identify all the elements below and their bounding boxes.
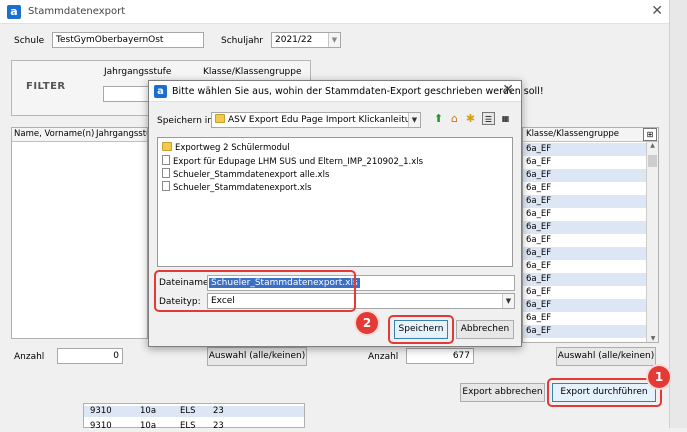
scroll-down-icon[interactable]: ▼ (647, 335, 658, 342)
table-row[interactable]: 6a_EF (523, 325, 646, 338)
anzahl-right-label: Anzahl (368, 352, 399, 362)
right-table-scrollbar[interactable]: ▲ ▼ (646, 142, 658, 342)
bg-cell: ELS (180, 406, 196, 416)
background-table: 9310 10a ELS 23 9310 10a ELS 23 (83, 403, 305, 431)
jahrgangsstufe-filter-input[interactable] (103, 86, 149, 102)
schule-label: Schule (14, 36, 45, 46)
highlight-export-button (547, 378, 662, 407)
table-row[interactable]: 6a_EF (523, 169, 646, 182)
list-item[interactable]: Schueler_Stammdatenexport.xls (162, 181, 312, 193)
folder-icon (215, 114, 225, 123)
table-row[interactable]: 6a_EF (523, 312, 646, 325)
file-name: Export für Edupage LHM SUS und Eltern_IM… (173, 157, 424, 167)
table-row[interactable]: 6a_EF (523, 260, 646, 273)
speichern-in-select[interactable]: ASV Export Edu Page Import Klickanleitun… (211, 112, 421, 128)
chevron-down-icon[interactable]: ▼ (408, 113, 420, 127)
details-view-icon[interactable]: ▦ (499, 112, 512, 125)
stammdatenexport-window: a Stammdatenexport ✕ Schule TestGymOberb… (0, 0, 687, 431)
anzahl-right-value: 677 (406, 348, 474, 364)
table-row[interactable]: 6a_EF (523, 247, 646, 260)
new-folder-icon[interactable]: ✱ (464, 112, 477, 125)
folder-icon (162, 142, 172, 151)
chevron-down-icon[interactable]: ▼ (502, 294, 514, 308)
app-logo-icon: a (7, 5, 21, 19)
table-row[interactable]: 6a_EF (523, 273, 646, 286)
window-scrollbar[interactable] (669, 0, 687, 428)
bg-cell: 9310 (90, 406, 112, 416)
bg-cell: 10a (140, 421, 157, 431)
col-jahrgangsstufe-header[interactable]: Jahrgangsstufe (96, 129, 147, 139)
file-name: Schueler_Stammdatenexport alle.xls (173, 170, 330, 180)
highlight-speichern-button (388, 315, 454, 344)
step-badge-2: 2 (356, 312, 378, 334)
scroll-up-icon[interactable]: ▲ (647, 142, 658, 149)
background-table-row: 9310 10a ELS 23 (84, 421, 304, 432)
klasse-filter-label: Klasse/Klassengruppe (203, 67, 302, 77)
schuljahr-value: 2021/22 (275, 35, 313, 45)
highlight-filename-fields (154, 270, 356, 312)
table-row[interactable]: 6a_EF (523, 299, 646, 312)
home-icon[interactable]: ⌂ (448, 112, 461, 125)
auswahl-left-button[interactable]: Auswahl (alle/keinen) (207, 347, 307, 366)
bg-cell: 23 (213, 421, 224, 431)
left-student-table[interactable]: Name, Vorname(n) Jahrgangsstufe (11, 127, 148, 339)
filter-label: FILTER (26, 81, 66, 92)
save-file-dialog: a Bitte wählen Sie aus, wohin der Stammd… (148, 80, 544, 347)
dialog-title: Bitte wählen Sie aus, wohin der Stammdat… (172, 86, 544, 97)
anzahl-left-value: 0 (57, 348, 123, 364)
auswahl-right-button[interactable]: Auswahl (alle/keinen) (556, 347, 656, 366)
scroll-thumb[interactable] (648, 155, 657, 167)
step-badge-1: 1 (648, 366, 670, 388)
bg-cell: ELS (180, 421, 196, 431)
dialog-close-icon[interactable]: ✕ (502, 82, 514, 98)
dialog-titlebar: a Bitte wählen Sie aus, wohin der Stammd… (149, 81, 544, 102)
file-list[interactable]: Exportweg 2 Schülermodul Export für Edupa… (157, 137, 513, 267)
table-row[interactable]: 6a_EF (523, 208, 646, 221)
table-row[interactable]: 6a_EF (523, 221, 646, 234)
list-item[interactable]: Schueler_Stammdatenexport alle.xls (162, 168, 329, 180)
window-titlebar: a Stammdatenexport ✕ (0, 0, 687, 24)
window-title: Stammdatenexport (28, 6, 126, 17)
right-student-table[interactable]: Klasse/Klassengruppe 6a_EF 6a_EF 6a_EF 6a_E… (522, 127, 659, 343)
table-row[interactable]: 6a_EF (523, 182, 646, 195)
table-row[interactable]: 6a_EF (523, 156, 646, 169)
file-icon (162, 168, 170, 178)
table-row[interactable]: 6a_EF (523, 286, 646, 299)
abbrechen-button[interactable]: Abbrechen (456, 320, 514, 339)
export-abbrechen-button[interactable]: Export abbrechen (460, 383, 545, 402)
schule-field[interactable]: TestGymOberbayernOst (52, 32, 204, 48)
col-klasse-header[interactable]: Klasse/Klassengruppe (526, 129, 619, 139)
speichern-in-label: Speichern in: (157, 116, 216, 126)
chevron-down-icon[interactable]: ▼ (328, 33, 340, 47)
schuljahr-select[interactable]: 2021/22 ▼ (271, 32, 341, 48)
table-row[interactable]: 6a_EF (523, 195, 646, 208)
right-table-header: Klasse/Klassengruppe (523, 128, 658, 142)
schuljahr-label: Schuljahr (221, 36, 263, 46)
list-item[interactable]: Exportweg 2 Schülermodul (162, 142, 290, 154)
close-icon[interactable]: ✕ (651, 3, 663, 19)
table-row[interactable]: 6a_EF (523, 143, 646, 156)
background-table-row: 9310 10a ELS 23 (84, 406, 304, 417)
list-item[interactable]: Export für Edupage LHM SUS und Eltern_IM… (162, 155, 423, 167)
table-row[interactable]: 6a_EF (523, 234, 646, 247)
file-name: Exportweg 2 Schülermodul (175, 143, 290, 153)
jahrgangsstufe-filter-label: Jahrgangsstufe (104, 67, 172, 77)
left-table-header: Name, Vorname(n) Jahrgangsstufe (12, 128, 147, 142)
anzahl-left-label: Anzahl (14, 352, 45, 362)
app-logo-icon: a (154, 85, 167, 98)
col-name-header[interactable]: Name, Vorname(n) (14, 129, 94, 139)
file-icon (162, 181, 170, 191)
file-icon (162, 155, 170, 165)
bg-cell: 23 (213, 406, 224, 416)
list-view-icon[interactable]: ☰ (482, 112, 495, 125)
bg-cell: 9310 (90, 421, 112, 431)
column-settings-icon[interactable]: ⊞ (643, 128, 657, 141)
bg-cell: 10a (140, 406, 157, 416)
file-name: Schueler_Stammdatenexport.xls (173, 183, 312, 193)
up-folder-icon[interactable]: ⬆ (432, 112, 445, 125)
speichern-in-value: ASV Export Edu Page Import Klickanleitun… (228, 115, 421, 125)
